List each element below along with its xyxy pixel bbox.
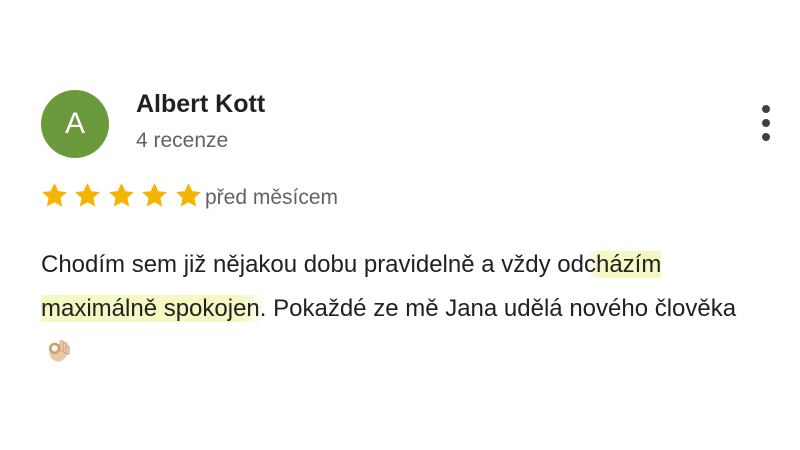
reviewer-name[interactable]: Albert Kott bbox=[136, 90, 265, 119]
ok-hand-emoji-icon bbox=[49, 340, 70, 362]
star-icon bbox=[75, 183, 101, 207]
star-icon bbox=[42, 183, 67, 207]
review-text-part: Chodím sem již nějakou dobu pravidelně a… bbox=[41, 251, 584, 278]
review-time: před měsícem bbox=[205, 186, 339, 209]
review-text: Chodím sem již nějakou dobu pravidelně a… bbox=[41, 243, 761, 375]
star-rating bbox=[40, 181, 203, 213]
star-icon bbox=[142, 183, 168, 207]
review-text-part: Pokaždé ze mě Jana udělá nového člověka bbox=[266, 295, 737, 322]
reviewer-review-count[interactable]: 4 recenze bbox=[136, 129, 228, 153]
more-options-button[interactable] bbox=[753, 102, 779, 144]
review-card: A Albert Kott 4 recenze před měsícem Cho… bbox=[0, 0, 800, 450]
star-icon bbox=[175, 183, 201, 207]
avatar[interactable]: A bbox=[41, 90, 109, 158]
star-icon bbox=[109, 183, 134, 207]
